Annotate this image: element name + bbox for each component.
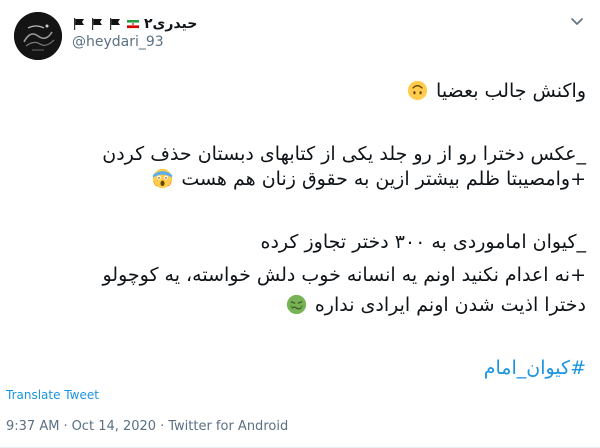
tweet-metadata: 9:37 AM · Oct 14, 2020 · Twitter for And… (6, 419, 288, 434)
tweet-text-segment: دخترا اذیت شدن اونم ایرادی نداره (314, 294, 586, 316)
meta-separator: · (160, 419, 165, 434)
tweet-text-segment: واکنش جالب بعضیا (436, 80, 586, 102)
tweet-text-line: +وامصیبتا ظلم بیشتر ازین به حقوق زنان هم… (26, 167, 586, 192)
author-display-name[interactable]: حیدری۲ (144, 16, 197, 32)
tweet-text-line: واکنش جالب بعضیا (26, 79, 586, 104)
tweet-date[interactable]: Oct 14, 2020 (72, 419, 157, 434)
tweet-text-line: _کیوان اماموردی به ۳۰۰ دختر تجاوز کرده (260, 231, 586, 253)
iran-flag-icon (126, 17, 140, 31)
tweet-text-line: _عکس دخترا رو از رو جلد یکی از کتابهای د… (102, 143, 586, 165)
avatar-calligraphy-image (14, 12, 62, 60)
tweet-text-line: +نه اعدام نکنید اونم یه انسانه خوب دلش خ… (102, 264, 586, 286)
tweet-time[interactable]: 9:37 AM (6, 419, 59, 434)
tweet-source[interactable]: Twitter for Android (168, 419, 288, 434)
black-flag-icon (108, 17, 122, 31)
black-flag-icon (90, 17, 104, 31)
translate-tweet-link[interactable]: Translate Tweet (6, 388, 99, 402)
author-name-row[interactable]: حیدری۲ (72, 14, 197, 34)
upside-down-face-emoji (407, 80, 428, 101)
avatar[interactable] (14, 12, 62, 60)
screaming-face-emoji (152, 168, 173, 189)
tweet-text-segment: +وامصیبتا ظلم بیشتر ازین به حقوق زنان هم… (181, 168, 586, 190)
meta-separator: · (63, 419, 68, 434)
hashtag-link[interactable]: #کیوان_امام (484, 356, 586, 381)
black-flag-icon (72, 17, 86, 31)
chevron-down-icon[interactable] (568, 12, 586, 30)
author-handle[interactable]: @heydari_93 (72, 34, 164, 50)
tweet-card: حیدری۲ @heydari_93 واکنش جالب بعضیا _عکس… (0, 0, 600, 448)
nauseated-face-emoji (286, 294, 307, 315)
tweet-text-line: دخترا اذیت شدن اونم ایرادی نداره (26, 293, 586, 318)
